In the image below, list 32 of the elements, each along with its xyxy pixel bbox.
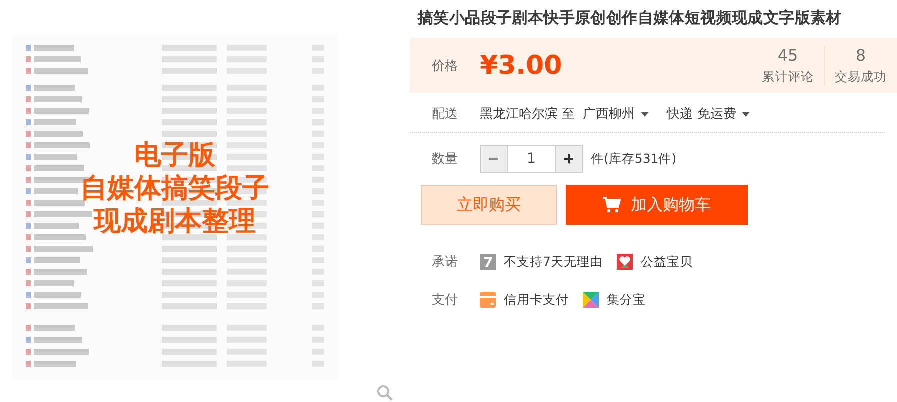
colorful-square-icon <box>583 292 599 308</box>
service-label: 支付 <box>432 292 459 309</box>
quantity-field[interactable]: 1 <box>507 146 556 172</box>
caret-icon <box>641 112 650 116</box>
quantity-stepper[interactable]: − 1 + <box>480 145 583 173</box>
increase-button[interactable]: + <box>556 146 582 172</box>
stock-text: 件(库存531件) <box>591 150 677 168</box>
delivery-origin: 黑龙江哈尔滨 至 <box>480 106 576 123</box>
stat-value: 8 <box>856 46 866 64</box>
shipping-dropdown[interactable]: 快递 免运费 <box>667 105 750 123</box>
delivery-label: 配送 <box>432 106 459 123</box>
image-caption: 现成剧本整理 <box>94 206 256 237</box>
cart-icon <box>603 197 621 213</box>
service-label: 承诺 <box>432 254 459 271</box>
magnifier-icon[interactable] <box>377 385 393 401</box>
price-value: ¥3.00 <box>480 50 562 80</box>
service-text: 集分宝 <box>607 292 646 308</box>
credit-card-icon <box>480 292 496 308</box>
price-label: 价格 <box>432 58 459 74</box>
stat-value: 45 <box>778 46 798 64</box>
image-caption: 自媒体搞笑段子 <box>80 173 270 204</box>
destination-dropdown[interactable]: 广西柳州 <box>583 105 650 123</box>
service-text: 信用卡支付 <box>504 292 569 308</box>
stat-label: 累计评论 <box>762 68 814 86</box>
stat-label: 交易成功 <box>835 68 887 86</box>
seven-icon <box>480 254 496 270</box>
image-caption: 电子版 <box>134 140 216 171</box>
service-text: 公益宝贝 <box>640 254 693 270</box>
caret-icon <box>742 112 750 116</box>
product-title: 搞笑小品段子剧本快手原创创作自媒体短视频现成文字版素材 <box>418 8 843 29</box>
service-text: 不支持7天无理由 <box>504 254 603 270</box>
quantity-label: 数量 <box>432 151 459 168</box>
